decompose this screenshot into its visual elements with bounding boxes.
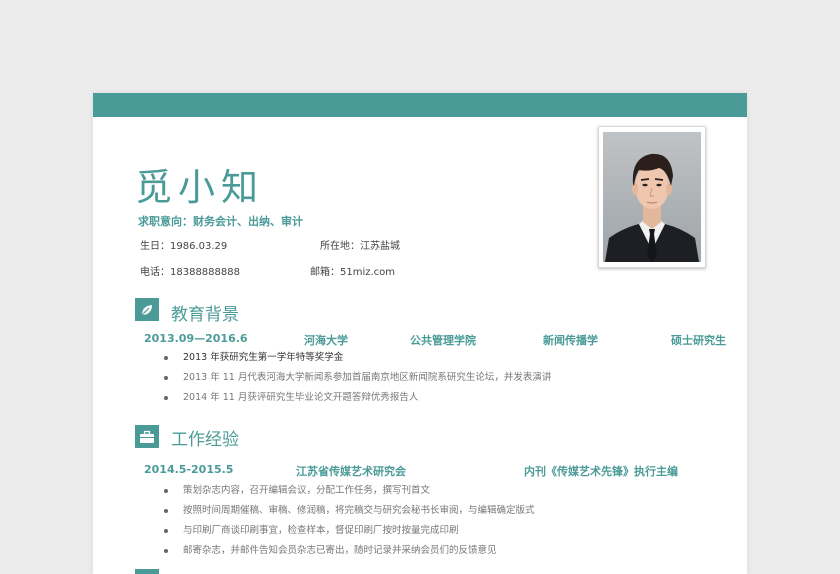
applicant-name: 觅小知 — [135, 166, 264, 209]
list-item: 2013 年获研究生第一学年特等奖学金 — [163, 348, 551, 368]
education-major: 新闻传播学 — [543, 334, 598, 347]
briefcase-icon — [135, 425, 159, 448]
email-info: 邮箱：51miz.com — [310, 267, 396, 278]
leaf-icon — [135, 298, 159, 321]
education-period: 2013.09—2016.6 — [144, 332, 248, 345]
education-school: 河海大学 — [304, 334, 348, 347]
resume-page: 觅小知 求职意向：财务会计、出纳、审计 生日：1986.03.29 所在地：江苏… — [93, 93, 747, 574]
education-title: 教育背景 — [171, 305, 239, 325]
education-college: 公共管理学院 — [410, 334, 476, 347]
education-list: 2013 年获研究生第一学年特等奖学金 2013 年 11 月代表河海大学新闻系… — [163, 348, 551, 408]
work-role: 内刊《传媒艺术先锋》执行主编 — [524, 465, 678, 478]
list-item: 策划杂志内容，召开编辑会议，分配工作任务，撰写刊首文 — [163, 481, 535, 501]
list-item: 2013 年 11 月代表河海大学新闻系参加首届南京地区新闻院系研究生论坛，并发… — [163, 368, 551, 388]
portrait-image — [603, 132, 701, 262]
birthday-info: 生日：1986.03.29 — [140, 241, 228, 252]
list-item: 2014 年 11 月获评研究生毕业论文开题答辩优秀报告人 — [163, 388, 551, 408]
list-item: 按照时间周期催稿、审稿、修润稿，将完稿交与研究会秘书长审阅，与编辑确定版式 — [163, 501, 535, 521]
job-objective: 求职意向：财务会计、出纳、审计 — [138, 215, 303, 228]
header-bar — [93, 93, 747, 117]
location-info: 所在地：江苏盐城 — [320, 241, 400, 252]
education-degree: 硕士研究生 — [671, 334, 726, 347]
work-list: 策划杂志内容，召开编辑会议，分配工作任务，撰写刊首文 按照时间周期催稿、审稿、修… — [163, 481, 535, 561]
phone-info: 电话：18388888888 — [140, 267, 240, 278]
work-title: 工作经验 — [171, 430, 239, 450]
list-item: 与印刷厂商谈印刷事宜，检查样本，督促印刷厂按时按量完成印刷 — [163, 521, 535, 541]
work-period: 2014.5-2015.5 — [144, 463, 234, 476]
work-organization: 江苏省传媒艺术研究会 — [296, 465, 406, 478]
profile-photo — [598, 126, 706, 268]
list-item: 邮寄杂志，并邮件告知会员杂志已寄出，随时记录并采纳会员们的反馈意见 — [163, 541, 535, 561]
next-section-icon — [135, 569, 159, 574]
